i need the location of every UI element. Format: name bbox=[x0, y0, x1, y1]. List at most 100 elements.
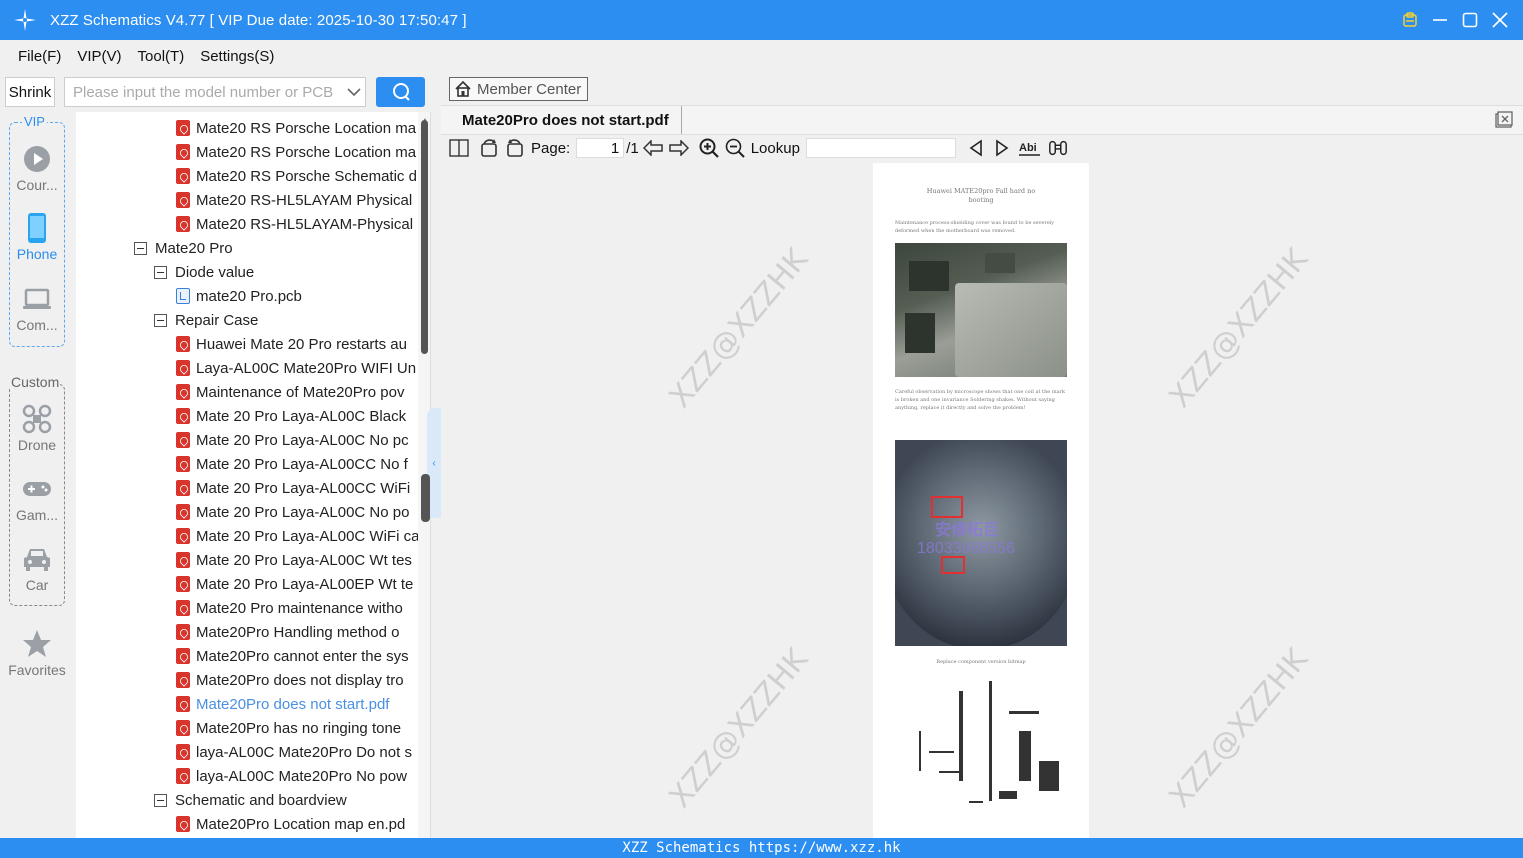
tree-item-label: Mate 20 Pro Laya-AL00C Black bbox=[196, 407, 407, 425]
tree-file[interactable]: Mate20Pro Handling method o bbox=[176, 620, 399, 644]
collapse-toggle-icon[interactable] bbox=[134, 241, 147, 255]
pdf-file-icon bbox=[176, 192, 190, 208]
chevron-down-icon[interactable] bbox=[343, 87, 365, 97]
overlay-phone-number: 18033988556 bbox=[917, 540, 1015, 557]
laptop-icon bbox=[22, 284, 52, 314]
zoom-out-icon[interactable] bbox=[725, 138, 745, 158]
file-tree: Mate20 RS Porsche Location ma Mate20 RS P… bbox=[76, 112, 418, 838]
tree-scroll-thumb[interactable] bbox=[421, 120, 428, 354]
two-page-icon[interactable] bbox=[449, 138, 469, 158]
tree-file[interactable]: Mate 20 Pro Laya-AL00C WiFi ca bbox=[176, 524, 418, 548]
nav-item-drone[interactable]: Drone bbox=[0, 404, 74, 453]
tree-file[interactable]: Mate20 RS-HL5LAYAM Physical bbox=[176, 188, 412, 212]
menu-vip[interactable]: VIP(V) bbox=[77, 48, 121, 65]
tree-file[interactable]: Huawei Mate 20 Pro restarts au bbox=[176, 332, 407, 356]
tree-file[interactable]: mate20 Pro.pcb bbox=[176, 284, 302, 308]
minimize-icon[interactable] bbox=[1431, 11, 1449, 29]
tree-folder[interactable]: Schematic and boardview bbox=[154, 788, 347, 812]
nav-item-course[interactable]: Cour... bbox=[0, 144, 74, 193]
lookup-input[interactable] bbox=[805, 138, 956, 158]
close-tab-icon[interactable] bbox=[1495, 111, 1513, 129]
collapse-toggle-icon[interactable] bbox=[154, 265, 167, 279]
close-icon[interactable] bbox=[1491, 11, 1509, 29]
zoom-in-icon[interactable] bbox=[699, 138, 719, 158]
tree-item-label: Mate 20 Pro Laya-AL00C WiFi ca bbox=[196, 527, 418, 545]
nav-item-computer[interactable]: Com... bbox=[0, 284, 74, 333]
splitter-handle[interactable] bbox=[421, 474, 430, 522]
search-button[interactable] bbox=[376, 77, 425, 107]
tree-folder[interactable]: Diode value bbox=[154, 260, 254, 284]
tree-item-label: Mate 20 Pro Laya-AL00EP Wt te bbox=[196, 575, 414, 593]
overlay-chinese-text: 安修柘巨 bbox=[935, 522, 1000, 539]
match-case-icon[interactable]: Abi bbox=[1018, 138, 1042, 158]
nav-item-phone[interactable]: Phone bbox=[0, 213, 74, 262]
pdf-file-icon bbox=[176, 600, 190, 616]
maximize-icon[interactable] bbox=[1461, 11, 1479, 29]
shrink-button[interactable]: Shrink bbox=[5, 77, 55, 107]
tree-folder[interactable]: Repair Case bbox=[154, 308, 258, 332]
tree-item-label: Mate20 Pro bbox=[155, 239, 233, 257]
tree-item-label: Laya-AL00C Mate20Pro WIFI Un bbox=[196, 359, 417, 377]
tree-file[interactable]: Mate20Pro Location map en.pd bbox=[176, 812, 405, 836]
tree-file[interactable]: Mate20Pro cannot enter the sys bbox=[176, 644, 409, 668]
tree-file[interactable]: Mate 20 Pro Laya-AL00EP Wt te bbox=[176, 572, 413, 596]
svg-text:Abi: Abi bbox=[1019, 142, 1037, 154]
collapse-toggle-icon[interactable] bbox=[154, 313, 167, 327]
nav-item-car[interactable]: Car bbox=[0, 544, 74, 593]
nav-label-drone: Drone bbox=[17, 437, 57, 453]
pdf-file-icon bbox=[176, 336, 190, 352]
menu-file[interactable]: File(F) bbox=[18, 48, 61, 65]
rotate-right-icon[interactable] bbox=[505, 138, 525, 158]
find-next-icon[interactable] bbox=[992, 138, 1012, 158]
collapse-toggle-icon[interactable] bbox=[154, 793, 167, 807]
tree-file[interactable]: Mate20Pro does not display tro bbox=[176, 668, 404, 692]
tree-file[interactable]: Mate20Pro has no ringing tone bbox=[176, 716, 401, 740]
tree-item-label: Mate20Pro Handling method o bbox=[196, 623, 400, 641]
tree-item-label: Diode value bbox=[175, 263, 255, 281]
menu-settings[interactable]: Settings(S) bbox=[200, 48, 274, 65]
tree-file[interactable]: Mate20 RS Porsche Schematic d bbox=[176, 164, 417, 188]
tree-file[interactable]: Mate 20 Pro Laya-AL00C Black bbox=[176, 404, 406, 428]
find-previous-icon[interactable] bbox=[966, 138, 986, 158]
pdf-file-icon bbox=[176, 816, 190, 832]
watermark: XZZ@XZZHK bbox=[662, 642, 816, 815]
tree-file[interactable]: Maintenance of Mate20Pro pov bbox=[176, 380, 404, 404]
document-canvas[interactable]: XZZ@XZZHK XZZ@XZZHK XZZ@XZZHK XZZ@XZZHK … bbox=[441, 161, 1523, 838]
tree-item-label: Mate20Pro has no ringing tone bbox=[196, 719, 402, 737]
tree-file[interactable]: laya-AL00C Mate20Pro Do not s bbox=[176, 740, 412, 764]
pdf-file-icon bbox=[176, 408, 190, 424]
rotate-left-icon[interactable] bbox=[479, 138, 499, 158]
tree-file[interactable]: Mate 20 Pro Laya-AL00CC WiFi bbox=[176, 476, 410, 500]
tree-file[interactable]: Mate20Pro does not start.pdf bbox=[176, 692, 389, 716]
tree-file[interactable]: Mate 20 Pro Laya-AL00C No pc bbox=[176, 428, 409, 452]
panel-splitter[interactable]: ‹ bbox=[421, 112, 441, 838]
tab-document[interactable]: Mate20Pro does not start.pdf bbox=[451, 106, 682, 134]
search-input[interactable]: Please input the model number or PCB bbox=[64, 77, 366, 107]
binoculars-icon[interactable] bbox=[1048, 138, 1068, 158]
motherboard-photo bbox=[895, 243, 1067, 377]
drone-icon bbox=[22, 404, 52, 434]
tree-file[interactable]: Mate20 RS-HL5LAYAM-Physical bbox=[176, 212, 413, 236]
nav-item-game[interactable]: Gam... bbox=[0, 474, 74, 523]
clipboard-icon[interactable] bbox=[1401, 11, 1419, 29]
play-circle-icon bbox=[22, 144, 52, 174]
menu-tool[interactable]: Tool(T) bbox=[138, 48, 185, 65]
tree-file[interactable]: laya-AL00C Mate20Pro No pow bbox=[176, 764, 407, 788]
tree-file[interactable]: Mate 20 Pro Laya-AL00C No po bbox=[176, 500, 409, 524]
nav-item-favorites[interactable]: Favorites bbox=[0, 629, 74, 678]
page-number-input[interactable]: 1 bbox=[576, 138, 625, 158]
tree-file[interactable]: Mate 20 Pro Laya-AL00C Wt tes bbox=[176, 548, 412, 572]
tree-folder[interactable]: Mate20 Pro bbox=[134, 236, 233, 260]
tree-file[interactable]: Mate 20 Pro Laya-AL00CC No f bbox=[176, 452, 408, 476]
member-center-button[interactable]: Member Center bbox=[449, 77, 588, 101]
doc-caption-3: Replace component version bitmap bbox=[936, 659, 1026, 665]
tree-file[interactable]: Laya-AL00C Mate20Pro WIFI Un bbox=[176, 356, 416, 380]
tree-file[interactable]: Mate20 Pro maintenance witho bbox=[176, 596, 403, 620]
app-window: XZZ Schematics V4.77 [ VIP Due date: 202… bbox=[0, 0, 1523, 858]
arrow-left-icon[interactable] bbox=[642, 138, 663, 158]
pdf-file-icon bbox=[176, 720, 190, 736]
arrow-right-icon[interactable] bbox=[668, 138, 689, 158]
tree-file[interactable]: Mate20 RS Porsche Location ma bbox=[176, 116, 416, 140]
nav-label-car: Car bbox=[25, 577, 49, 593]
tree-file[interactable]: Mate20 RS Porsche Location ma bbox=[176, 140, 416, 164]
